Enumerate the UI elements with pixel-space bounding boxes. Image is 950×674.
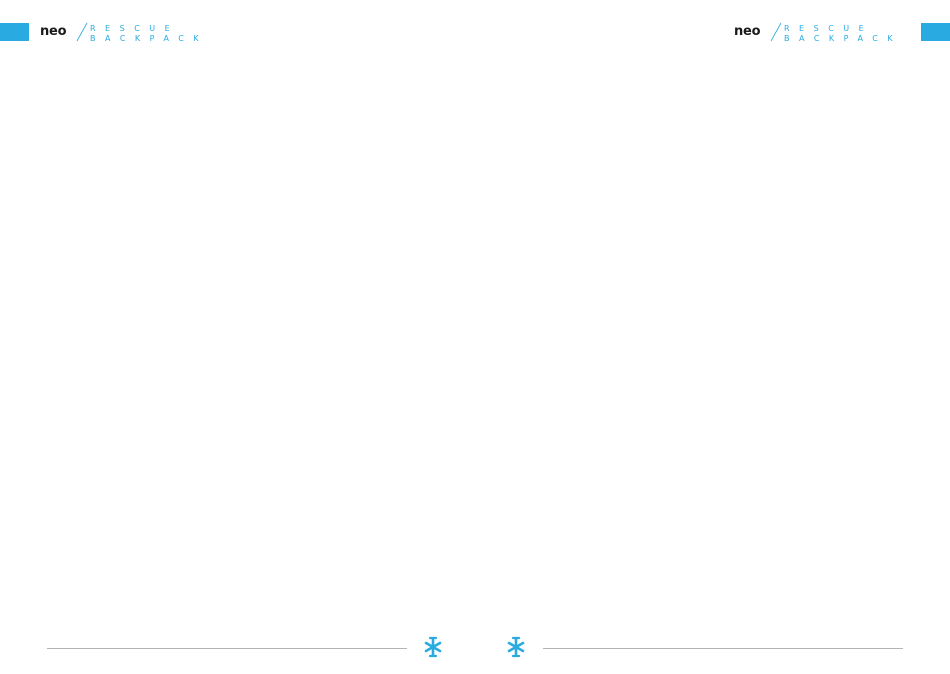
page-tab-right	[921, 23, 950, 41]
asterisk-emblem-icon	[507, 636, 525, 658]
footer-rule-left	[47, 648, 407, 649]
slash-icon	[76, 22, 88, 42]
brand-logo-right: neo RESCUE BACKPACK	[734, 22, 924, 46]
brand-line-backpack: BACKPACK	[90, 34, 209, 43]
page-tab-left	[0, 23, 29, 41]
logo-word: neo	[40, 24, 67, 39]
brand-line-backpack: BACKPACK	[784, 34, 903, 43]
brand-logo-left: neo RESCUE BACKPACK	[40, 22, 230, 46]
brand-line-rescue: RESCUE	[90, 24, 180, 33]
asterisk-emblem-icon	[424, 636, 442, 658]
footer-rule-right	[543, 648, 903, 649]
slash-icon	[770, 22, 782, 42]
brand-line-rescue: RESCUE	[784, 24, 874, 33]
logo-word: neo	[734, 24, 761, 39]
